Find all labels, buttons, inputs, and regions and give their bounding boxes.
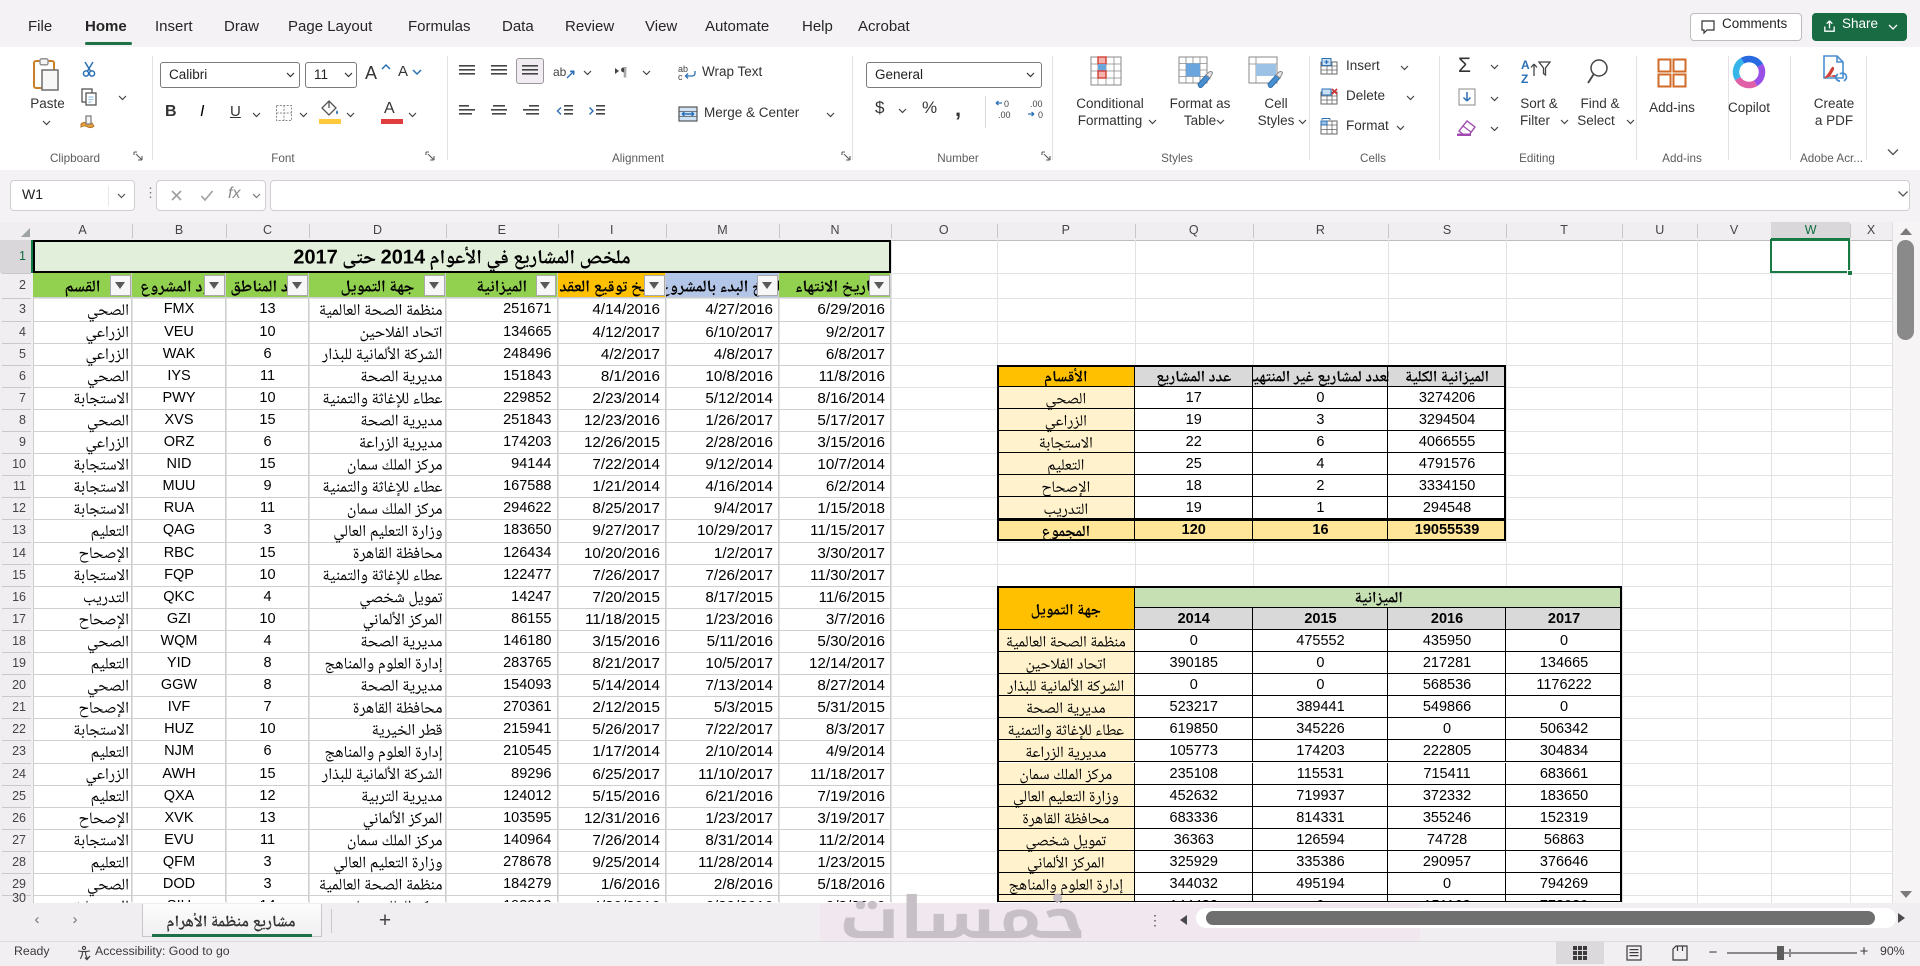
svg-text:0: 0	[1004, 99, 1009, 109]
svg-text:.00: .00	[998, 110, 1011, 120]
svg-text:c: c	[678, 72, 683, 82]
svg-text:Z: Z	[1521, 72, 1528, 86]
svg-text:0: 0	[1038, 110, 1043, 120]
svg-text:ab: ab	[553, 65, 567, 79]
svg-text:¶: ¶	[621, 64, 627, 79]
svg-text:A: A	[1521, 58, 1530, 72]
svg-text:.00: .00	[1030, 99, 1043, 109]
